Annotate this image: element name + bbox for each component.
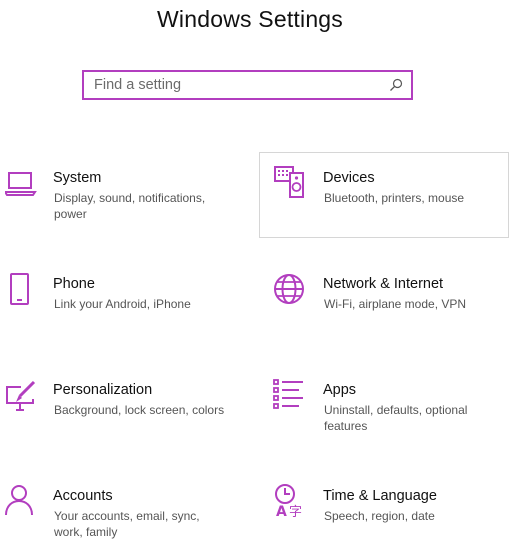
- category-name: Phone: [53, 276, 95, 292]
- category-description: Wi-Fi, airplane mode, VPN: [324, 297, 467, 311]
- svg-text:字: 字: [289, 505, 302, 517]
- globe-icon: [274, 274, 304, 304]
- page-title: Windows Settings: [157, 6, 343, 32]
- svg-text:A: A: [276, 504, 287, 517]
- category-name: Time & Language: [323, 488, 437, 504]
- settings-window: Windows Settings System Display, sound, …: [0, 0, 520, 547]
- category-phone[interactable]: Phone Link your Android, iPhone: [4, 271, 254, 355]
- category-description: Your accounts, email, sync, work, family: [54, 509, 200, 539]
- phone-icon: [10, 273, 29, 305]
- paint-brush-icon: [6, 380, 36, 411]
- category-description: Uninstall, defaults, optional features: [324, 403, 468, 433]
- apps-list-icon: [273, 379, 303, 409]
- category-network-internet[interactable]: Network & Internet Wi-Fi, airplane mode,…: [259, 271, 509, 355]
- category-description: Link your Android, iPhone: [54, 297, 191, 311]
- category-devices[interactable]: Devices Bluetooth, printers, mouse: [259, 152, 509, 238]
- category-description: Background, lock screen, colors: [54, 403, 225, 417]
- search-icon[interactable]: [389, 78, 403, 92]
- category-name: Personalization: [53, 382, 153, 398]
- laptop-icon: [5, 172, 37, 196]
- search-input[interactable]: [84, 72, 394, 98]
- category-description: Display, sound, notifications, power: [54, 191, 206, 221]
- category-time-language[interactable]: A 字 Time & Language Speech, region, date: [259, 483, 509, 547]
- person-icon: [5, 485, 33, 516]
- category-name: Devices: [323, 170, 375, 186]
- category-name: System: [53, 170, 102, 186]
- category-description: Bluetooth, printers, mouse: [324, 191, 465, 205]
- category-description: Speech, region, date: [324, 509, 435, 523]
- time-language-icon: A 字: [275, 484, 302, 517]
- category-system[interactable]: System Display, sound, notifications, po…: [4, 165, 254, 249]
- category-name: Accounts: [53, 488, 113, 504]
- category-name: Apps: [323, 382, 357, 398]
- category-apps[interactable]: Apps Uninstall, defaults, optional featu…: [259, 377, 509, 461]
- search-box[interactable]: [82, 70, 413, 100]
- category-name: Network & Internet: [323, 276, 444, 292]
- category-accounts[interactable]: Accounts Your accounts, email, sync, wor…: [4, 483, 254, 547]
- category-personalization[interactable]: Personalization Background, lock screen,…: [4, 377, 254, 461]
- keyboard-speaker-icon: [274, 166, 304, 198]
